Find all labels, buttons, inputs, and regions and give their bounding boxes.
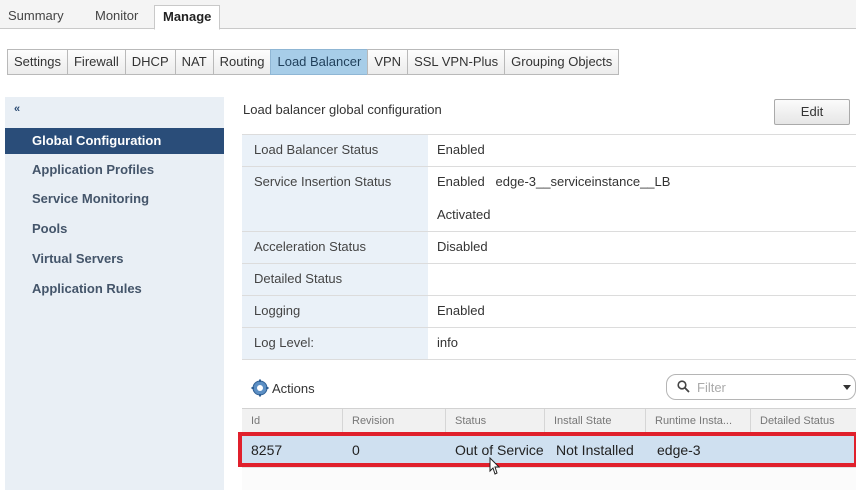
tab-firewall[interactable]: Firewall <box>66 49 126 75</box>
collapse-sidebar-icon[interactable]: « <box>14 103 20 115</box>
column-header-detailed-status[interactable]: Detailed Status <box>751 409 856 434</box>
cell-id: 8257 <box>251 442 283 458</box>
column-header-runtime-instance[interactable]: Runtime Insta... <box>646 409 751 434</box>
config-value-secondary: Activated <box>437 207 491 222</box>
chevron-down-icon[interactable] <box>843 385 851 390</box>
config-label: Load Balancer Status <box>242 135 428 166</box>
config-label: Acceleration Status <box>242 232 428 263</box>
tab-manage[interactable]: Manage <box>154 5 221 30</box>
tab-routing[interactable]: Routing <box>212 49 272 75</box>
sidebar-item-service-monitoring[interactable]: Service Monitoring <box>5 186 224 212</box>
edit-button[interactable]: Edit <box>774 99 850 125</box>
config-label: Logging <box>242 296 428 327</box>
column-header-install-state[interactable]: Install State <box>545 409 646 434</box>
sidebar-item-application-profiles[interactable]: Application Profiles <box>5 157 224 183</box>
config-label: Detailed Status <box>242 264 428 295</box>
tab-settings[interactable]: Settings <box>7 49 68 75</box>
grid-header: Id Revision Status Install State Runtime… <box>242 408 856 434</box>
tab-nat[interactable]: NAT <box>174 49 214 75</box>
config-value: Enabled edge-3__serviceinstance__LB <box>437 174 671 189</box>
tab-vpn[interactable]: VPN <box>367 49 409 75</box>
sidebar-item-application-rules[interactable]: Application Rules <box>5 276 224 302</box>
config-value <box>428 264 856 271</box>
config-value: Disabled <box>437 239 488 254</box>
actions-menu[interactable]: Actions <box>251 379 315 397</box>
column-header-id[interactable]: Id <box>242 409 343 434</box>
config-value: Enabled <box>437 142 485 157</box>
config-row: Logging Enabled <box>242 296 856 328</box>
top-tab-bar: Summary Monitor Manage <box>0 0 856 30</box>
sidebar: « Global Configuration Application Profi… <box>5 97 224 490</box>
tab-summary[interactable]: Summary <box>0 5 72 29</box>
config-row: Service Insertion Status Enabled edge-3_… <box>242 167 856 232</box>
config-label: Log Level: <box>242 328 428 359</box>
column-header-revision[interactable]: Revision <box>343 409 446 434</box>
cell-revision: 0 <box>352 442 360 458</box>
table-empty-row <box>242 467 856 490</box>
sidebar-item-virtual-servers[interactable]: Virtual Servers <box>5 246 224 272</box>
config-row: Acceleration Status Disabled <box>242 232 856 264</box>
filter-placeholder: Filter <box>697 380 726 395</box>
search-icon <box>677 380 690 393</box>
actions-label: Actions <box>272 380 315 396</box>
cell-detailed-status <box>753 436 856 464</box>
mouse-cursor-icon <box>489 457 501 475</box>
tab-load-balancer[interactable]: Load Balancer <box>270 49 369 75</box>
tab-grouping-objects[interactable]: Grouping Objects <box>504 49 620 75</box>
tab-monitor[interactable]: Monitor <box>87 5 146 29</box>
sidebar-item-global-configuration[interactable]: Global Configuration <box>5 128 224 154</box>
config-label: Service Insertion Status <box>242 167 428 231</box>
panel-title: Load balancer global configuration <box>243 102 442 117</box>
tab-dhcp[interactable]: DHCP <box>124 49 176 75</box>
sidebar-item-pools[interactable]: Pools <box>5 216 224 242</box>
sub-tab-bar: Settings Firewall DHCP NAT Routing Load … <box>7 49 620 75</box>
cell-runtime-instance: edge-3 <box>657 442 701 458</box>
table-row[interactable]: 8257 0 Out of Service Not Installed edge… <box>242 436 856 464</box>
cell-install-state: Not Installed <box>556 442 634 458</box>
column-header-status[interactable]: Status <box>446 409 545 434</box>
config-row: Log Level: info <box>242 328 856 360</box>
gear-icon <box>251 379 269 397</box>
config-row: Load Balancer Status Enabled <box>242 135 856 167</box>
config-row: Detailed Status <box>242 264 856 296</box>
filter-input[interactable]: Filter <box>666 374 856 400</box>
config-value: info <box>437 335 458 350</box>
config-table: Load Balancer Status Enabled Service Ins… <box>242 134 856 360</box>
tab-ssl-vpn-plus[interactable]: SSL VPN-Plus <box>407 49 506 75</box>
config-value: Enabled <box>437 303 485 318</box>
